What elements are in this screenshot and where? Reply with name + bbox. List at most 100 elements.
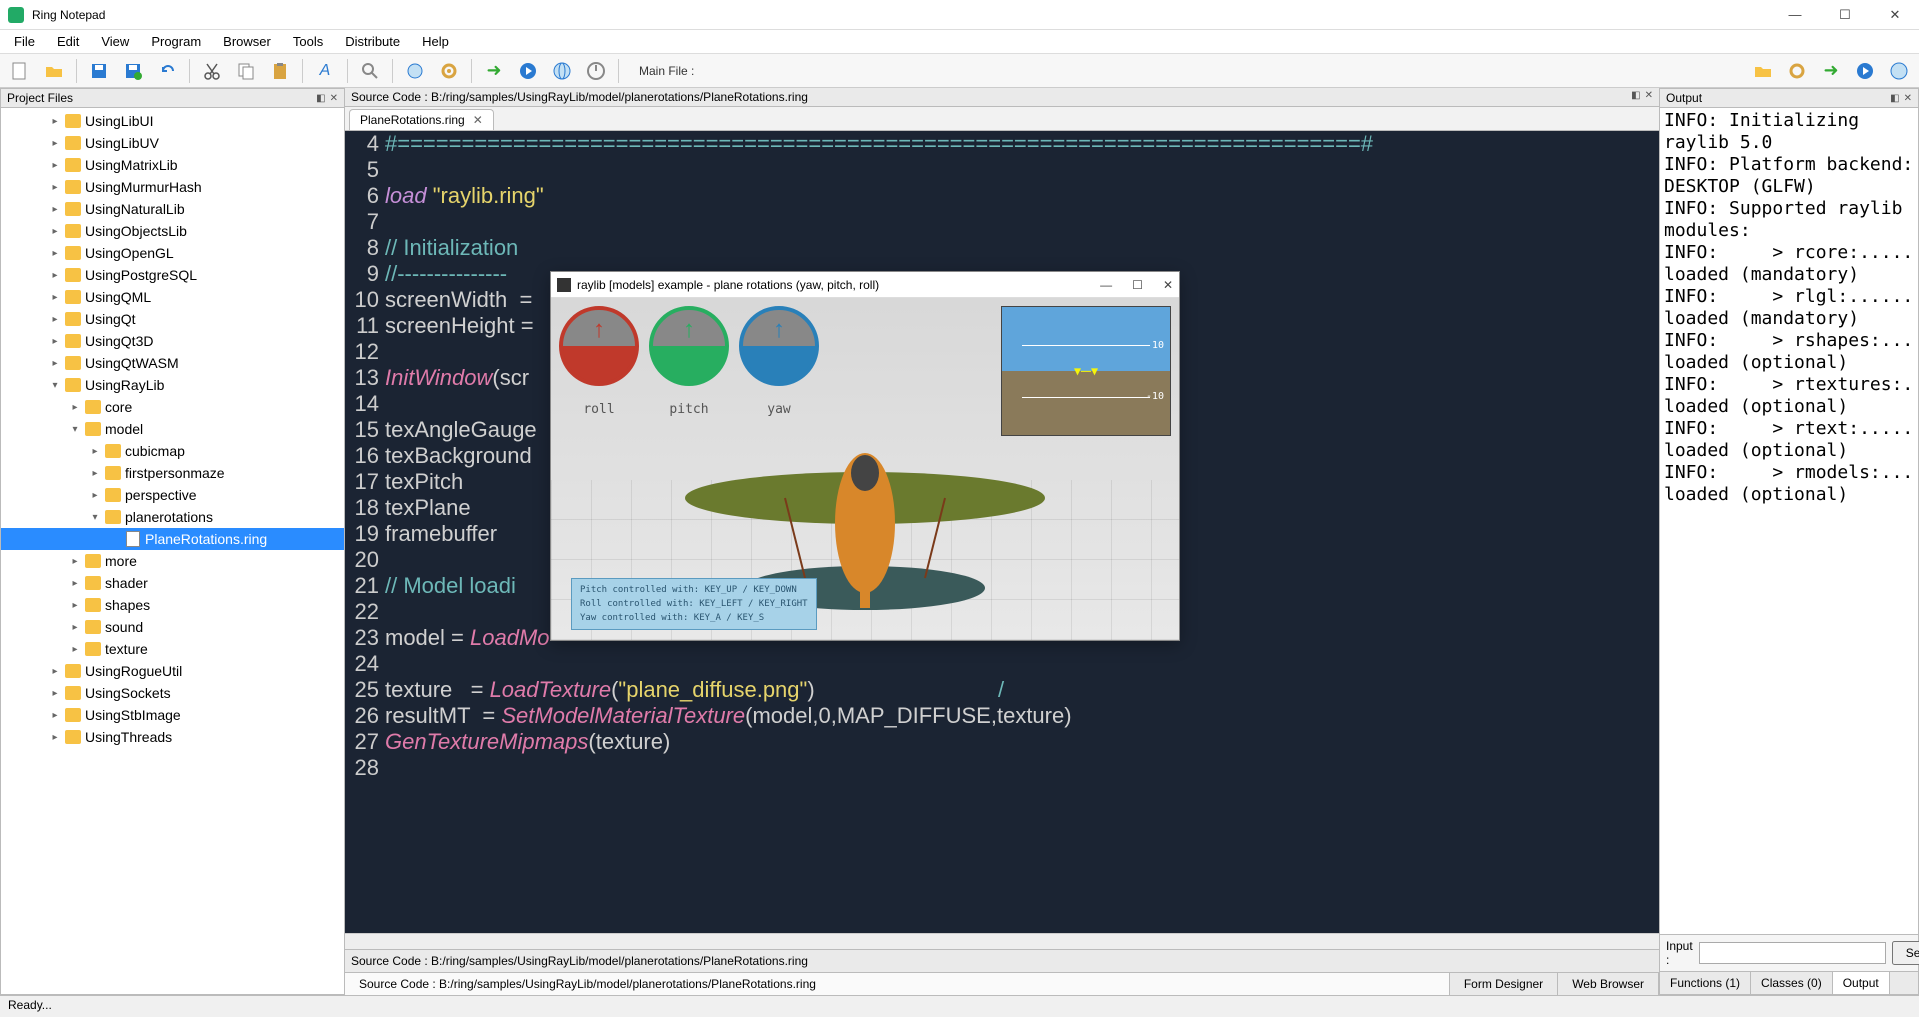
project-files-panel: Project Files ◧✕ ▸UsingLibUI▸UsingLibUV▸… — [0, 88, 345, 995]
bottom-tab[interactable]: Form Designer — [1450, 973, 1558, 995]
menu-tools[interactable]: Tools — [283, 32, 333, 51]
new-file-button[interactable] — [6, 57, 34, 85]
tree-item[interactable]: ▸perspective — [1, 484, 344, 506]
tree-item[interactable]: ▸UsingNaturalLib — [1, 198, 344, 220]
panel-undock-icon[interactable]: ◧ — [1631, 90, 1640, 104]
tree-item[interactable]: ▸UsingQt3D — [1, 330, 344, 352]
font-button[interactable]: A — [311, 57, 339, 85]
pitch-gauge: ↑pitch — [649, 306, 729, 386]
statusbar: Ready... — [0, 995, 1919, 1017]
bottom-tab[interactable]: Web Browser — [1558, 973, 1659, 995]
tab-close-icon[interactable]: ✕ — [473, 113, 483, 127]
editor-tab[interactable]: PlaneRotations.ring ✕ — [349, 109, 494, 130]
tree-item[interactable]: ▸more — [1, 550, 344, 572]
menu-view[interactable]: View — [91, 32, 139, 51]
tree-item[interactable]: ▸UsingPostgreSQL — [1, 264, 344, 286]
right-tab[interactable]: Classes (0) — [1751, 972, 1833, 994]
tree-item[interactable]: ▸UsingOpenGL — [1, 242, 344, 264]
editor-h-scrollbar[interactable] — [345, 933, 1659, 949]
input-label: Input : — [1666, 939, 1693, 967]
menu-program[interactable]: Program — [141, 32, 211, 51]
tree-item[interactable]: ▸shader — [1, 572, 344, 594]
menu-edit[interactable]: Edit — [47, 32, 89, 51]
menu-browser[interactable]: Browser — [213, 32, 281, 51]
console-input[interactable] — [1699, 942, 1886, 964]
attitude-indicator: 10 -10 ▾─▾ — [1001, 306, 1171, 436]
tree-item[interactable]: ▸UsingStbImage — [1, 704, 344, 726]
tree-item[interactable]: ▸UsingQtWASM — [1, 352, 344, 374]
tree-item[interactable]: ▸UsingLibUI — [1, 110, 344, 132]
editor-tabbar: PlaneRotations.ring ✕ — [345, 107, 1659, 131]
tree-item[interactable]: ▸UsingQt — [1, 308, 344, 330]
tree-item[interactable]: ▾planerotations — [1, 506, 344, 528]
source-tab[interactable]: Source Code : B:/ring/samples/UsingRayLi… — [345, 973, 1450, 995]
code-editor[interactable]: 4567891011121314151617181920212223242526… — [345, 131, 1659, 933]
panel-undock-icon[interactable]: ◧ — [316, 93, 325, 104]
raylib-canvas: ↑roll ↑pitch ↑yaw 10 -10 ▾─▾ Pitch contr… — [551, 298, 1179, 640]
project-tree[interactable]: ▸UsingLibUI▸UsingLibUV▸UsingMatrixLib▸Us… — [1, 108, 344, 994]
yaw-gauge: ↑yaw — [739, 306, 819, 386]
save-button[interactable] — [85, 57, 113, 85]
tree-item[interactable]: ▸UsingRogueUtil — [1, 660, 344, 682]
panel-close-icon[interactable]: ✕ — [330, 93, 338, 104]
find-button[interactable] — [356, 57, 384, 85]
panel-undock-icon[interactable]: ◧ — [1890, 93, 1899, 104]
copy-button[interactable] — [232, 57, 260, 85]
menu-help[interactable]: Help — [412, 32, 459, 51]
tree-item[interactable]: ▸shapes — [1, 594, 344, 616]
open-file-button[interactable] — [40, 57, 68, 85]
tree-item[interactable]: ▸texture — [1, 638, 344, 660]
app-icon — [8, 7, 24, 23]
roll-gauge: ↑roll — [559, 306, 639, 386]
debug-arrow-button[interactable]: ➜ — [480, 57, 508, 85]
tree-item[interactable]: ▸UsingMatrixLib — [1, 154, 344, 176]
right-tab[interactable]: Output — [1833, 972, 1890, 994]
maximize-button[interactable]: ☐ — [1829, 7, 1861, 23]
paste-button[interactable] — [266, 57, 294, 85]
output-console[interactable]: INFO: Initializing raylib 5.0 INFO: Plat… — [1660, 108, 1918, 934]
stop-button[interactable] — [582, 57, 610, 85]
tree-item[interactable]: ▸sound — [1, 616, 344, 638]
raylib-example-window[interactable]: raylib [models] example - plane rotation… — [550, 271, 1180, 641]
close-button[interactable]: ✕ — [1163, 278, 1173, 292]
menu-file[interactable]: File — [4, 32, 45, 51]
menubar: FileEditViewProgramBrowserToolsDistribut… — [0, 30, 1919, 54]
tree-item[interactable]: ▸core — [1, 396, 344, 418]
tree-item[interactable]: ▸cubicmap — [1, 440, 344, 462]
right-tab[interactable]: Functions (1) — [1660, 972, 1751, 994]
tree-item[interactable]: ▾model — [1, 418, 344, 440]
open-folder-button[interactable] — [1749, 57, 1777, 85]
main-file-label: Main File : — [639, 64, 694, 78]
menu-distribute[interactable]: Distribute — [335, 32, 410, 51]
panel-close-icon[interactable]: ✕ — [1904, 93, 1912, 104]
minimize-button[interactable]: — — [1779, 7, 1811, 23]
goto-button[interactable]: ➜ — [1817, 57, 1845, 85]
maximize-button[interactable]: ☐ — [1132, 278, 1143, 292]
web-button[interactable] — [1885, 57, 1913, 85]
tree-item[interactable]: PlaneRotations.ring — [1, 528, 344, 550]
run-button[interactable] — [514, 57, 542, 85]
tree-item[interactable]: ▸UsingLibUV — [1, 132, 344, 154]
tree-item[interactable]: ▸firstpersonmaze — [1, 462, 344, 484]
save-as-button[interactable] — [119, 57, 147, 85]
tree-item[interactable]: ▸UsingThreads — [1, 726, 344, 748]
tree-item[interactable]: ▸UsingQML — [1, 286, 344, 308]
source-path-footer: Source Code : B:/ring/samples/UsingRayLi… — [351, 954, 808, 968]
tree-item[interactable]: ▸UsingMurmurHash — [1, 176, 344, 198]
gear-button[interactable] — [435, 57, 463, 85]
tree-item[interactable]: ▾UsingRayLib — [1, 374, 344, 396]
panel-close-icon[interactable]: ✕ — [1645, 90, 1653, 104]
undo-button[interactable] — [153, 57, 181, 85]
window-titlebar: Ring Notepad — ☐ ✕ — [0, 0, 1919, 30]
print-button[interactable] — [401, 57, 429, 85]
send-button[interactable]: Send — [1892, 941, 1919, 965]
minimize-button[interactable]: — — [1100, 278, 1112, 292]
cut-button[interactable] — [198, 57, 226, 85]
play-button[interactable] — [1851, 57, 1879, 85]
tree-item[interactable]: ▸UsingSockets — [1, 682, 344, 704]
tree-item[interactable]: ▸UsingObjectsLib — [1, 220, 344, 242]
close-button[interactable]: ✕ — [1879, 7, 1911, 23]
source-path-label: Source Code : B:/ring/samples/UsingRayLi… — [351, 90, 808, 104]
settings-button[interactable] — [1783, 57, 1811, 85]
run-web-button[interactable] — [548, 57, 576, 85]
